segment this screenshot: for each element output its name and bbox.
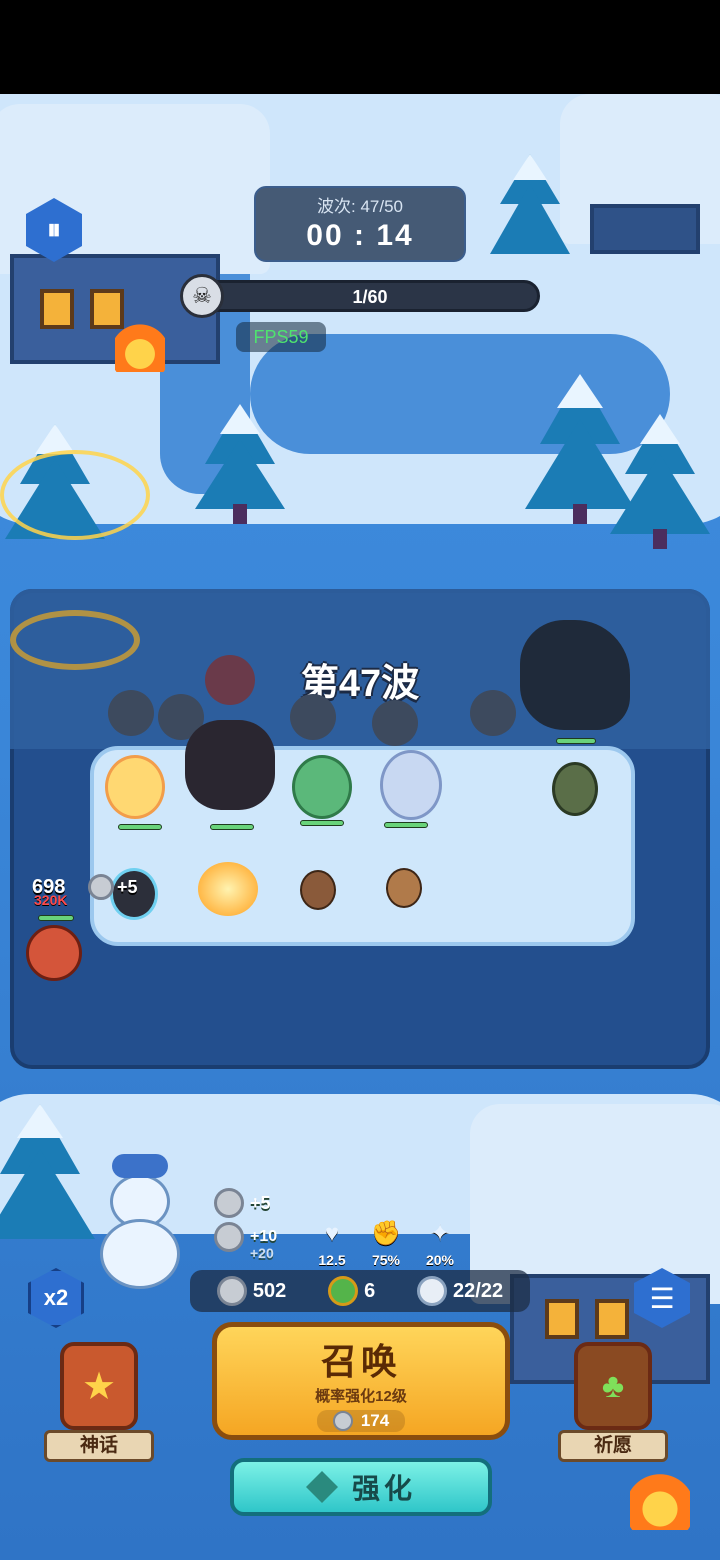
hero-field [90,746,635,946]
hero-hp-bar [118,824,162,830]
population-icon [417,1276,448,1306]
coin-gain-row: +5 [214,1188,271,1218]
silver-coin-icon [216,1276,247,1306]
summon-cost-amount: 174 [360,1411,390,1430]
resource-bar: 502 6 22/22 [190,1270,530,1312]
speed-label: x2 [43,1285,69,1310]
buff-value: 12.5 [318,1252,346,1268]
population-resource: 22/22 [417,1276,503,1306]
buff-value: 20% [425,1252,455,1268]
skull-icon: ☠ [180,274,224,318]
summon-cost: 174 [316,1410,406,1432]
upgrade-arrow-icon [305,1471,338,1503]
coin-gain-text: +5 [250,1192,271,1213]
star-up-icon: ✦ [429,1220,451,1247]
enemy-dragon-boss [520,620,630,730]
silver-coin-icon [332,1411,353,1431]
hero-dark-dragon[interactable] [185,720,275,810]
silver-resource: 502 [216,1276,287,1306]
summon-title: 召唤 [320,1341,401,1382]
upgrade-label: 强化 [351,1473,416,1504]
enemy-penguin [372,700,418,746]
campfire-icon [630,1460,690,1530]
campfire-icon [115,312,165,372]
hero-angel[interactable] [105,755,165,819]
status-bar [0,0,720,94]
enemy-lava-golem [26,925,82,981]
magic-circle-icon [0,450,150,540]
wish-clover-icon: ♣ [574,1342,652,1430]
buff-item[interactable]: ♥ 12.5 [312,1218,352,1268]
wish-label: 祈愿 [558,1430,668,1462]
boss-hp-bar [556,738,596,744]
silver-amount: 502 [252,1279,287,1302]
hero-monk[interactable] [386,868,422,908]
silver-coin-icon [88,874,114,900]
wave-counter: 波次: 47/50 [317,197,403,216]
buff-list: ♥ 12.5 ✊ 75% ✦ 20% [312,1218,460,1268]
clover-coin-icon [328,1276,359,1306]
coin-gain-row: +20 [214,1238,274,1268]
damage-sub-number: 320K [34,892,68,908]
clover-amount: 6 [364,1279,376,1302]
hero-hp-bar [384,822,428,828]
silver-coin-icon [214,1188,244,1218]
kill-progress-bar: 1/60 [200,280,540,312]
buff-item[interactable]: ✊ 75% [366,1218,406,1268]
hero-fire-phoenix[interactable] [198,862,258,916]
clover-resource: 6 [328,1276,375,1306]
population-amount: 22/22 [453,1279,504,1302]
hero-ice-queen[interactable] [380,750,442,820]
wave-info-panel: 波次: 47/50 00 : 14 [254,186,466,262]
hero-hp-bar [210,824,254,830]
wave-timer: 00 : 14 [306,219,414,252]
enemy-penguin [290,694,336,740]
enemy-penguin [470,690,516,736]
myth-badge-icon: ★ [60,1342,138,1430]
summon-subtitle: 概率强化12级 [315,1388,407,1405]
heart-icon: ♥ [324,1220,340,1247]
fps-counter: FPS59 [236,322,326,352]
menu-icon: ☰ [649,1282,675,1314]
wish-button[interactable]: ♣ 祈愿 [558,1342,668,1462]
enemy-hp-bar [38,915,74,921]
myth-label: 神话 [44,1430,154,1462]
pause-icon: ⏸ [46,213,61,245]
coin-gain-popup: +5 [88,874,138,900]
hero-medusa[interactable] [292,755,352,819]
hero-hp-bar [300,820,344,826]
fist-icon: ✊ [371,1220,401,1247]
vortex-icon [10,610,140,670]
coin-gain-text: +5 [117,876,138,897]
hero-swordsman[interactable] [300,870,336,910]
coin-gain-text: +20 [250,1245,274,1261]
buff-value: 75% [371,1252,401,1268]
upgrade-button[interactable]: 强化 [230,1458,492,1516]
snowman-icon [100,1134,180,1289]
kill-progress-text: 1/60 [352,287,388,307]
enemy-succubus [205,655,255,705]
myth-button[interactable]: ★ 神话 [44,1342,154,1462]
hero-soldier[interactable] [552,762,598,816]
enemy-penguin [108,690,154,736]
summon-button[interactable]: 召唤 概率强化12级 174 [212,1322,510,1440]
buff-item[interactable]: ✦ 20% [420,1218,460,1268]
